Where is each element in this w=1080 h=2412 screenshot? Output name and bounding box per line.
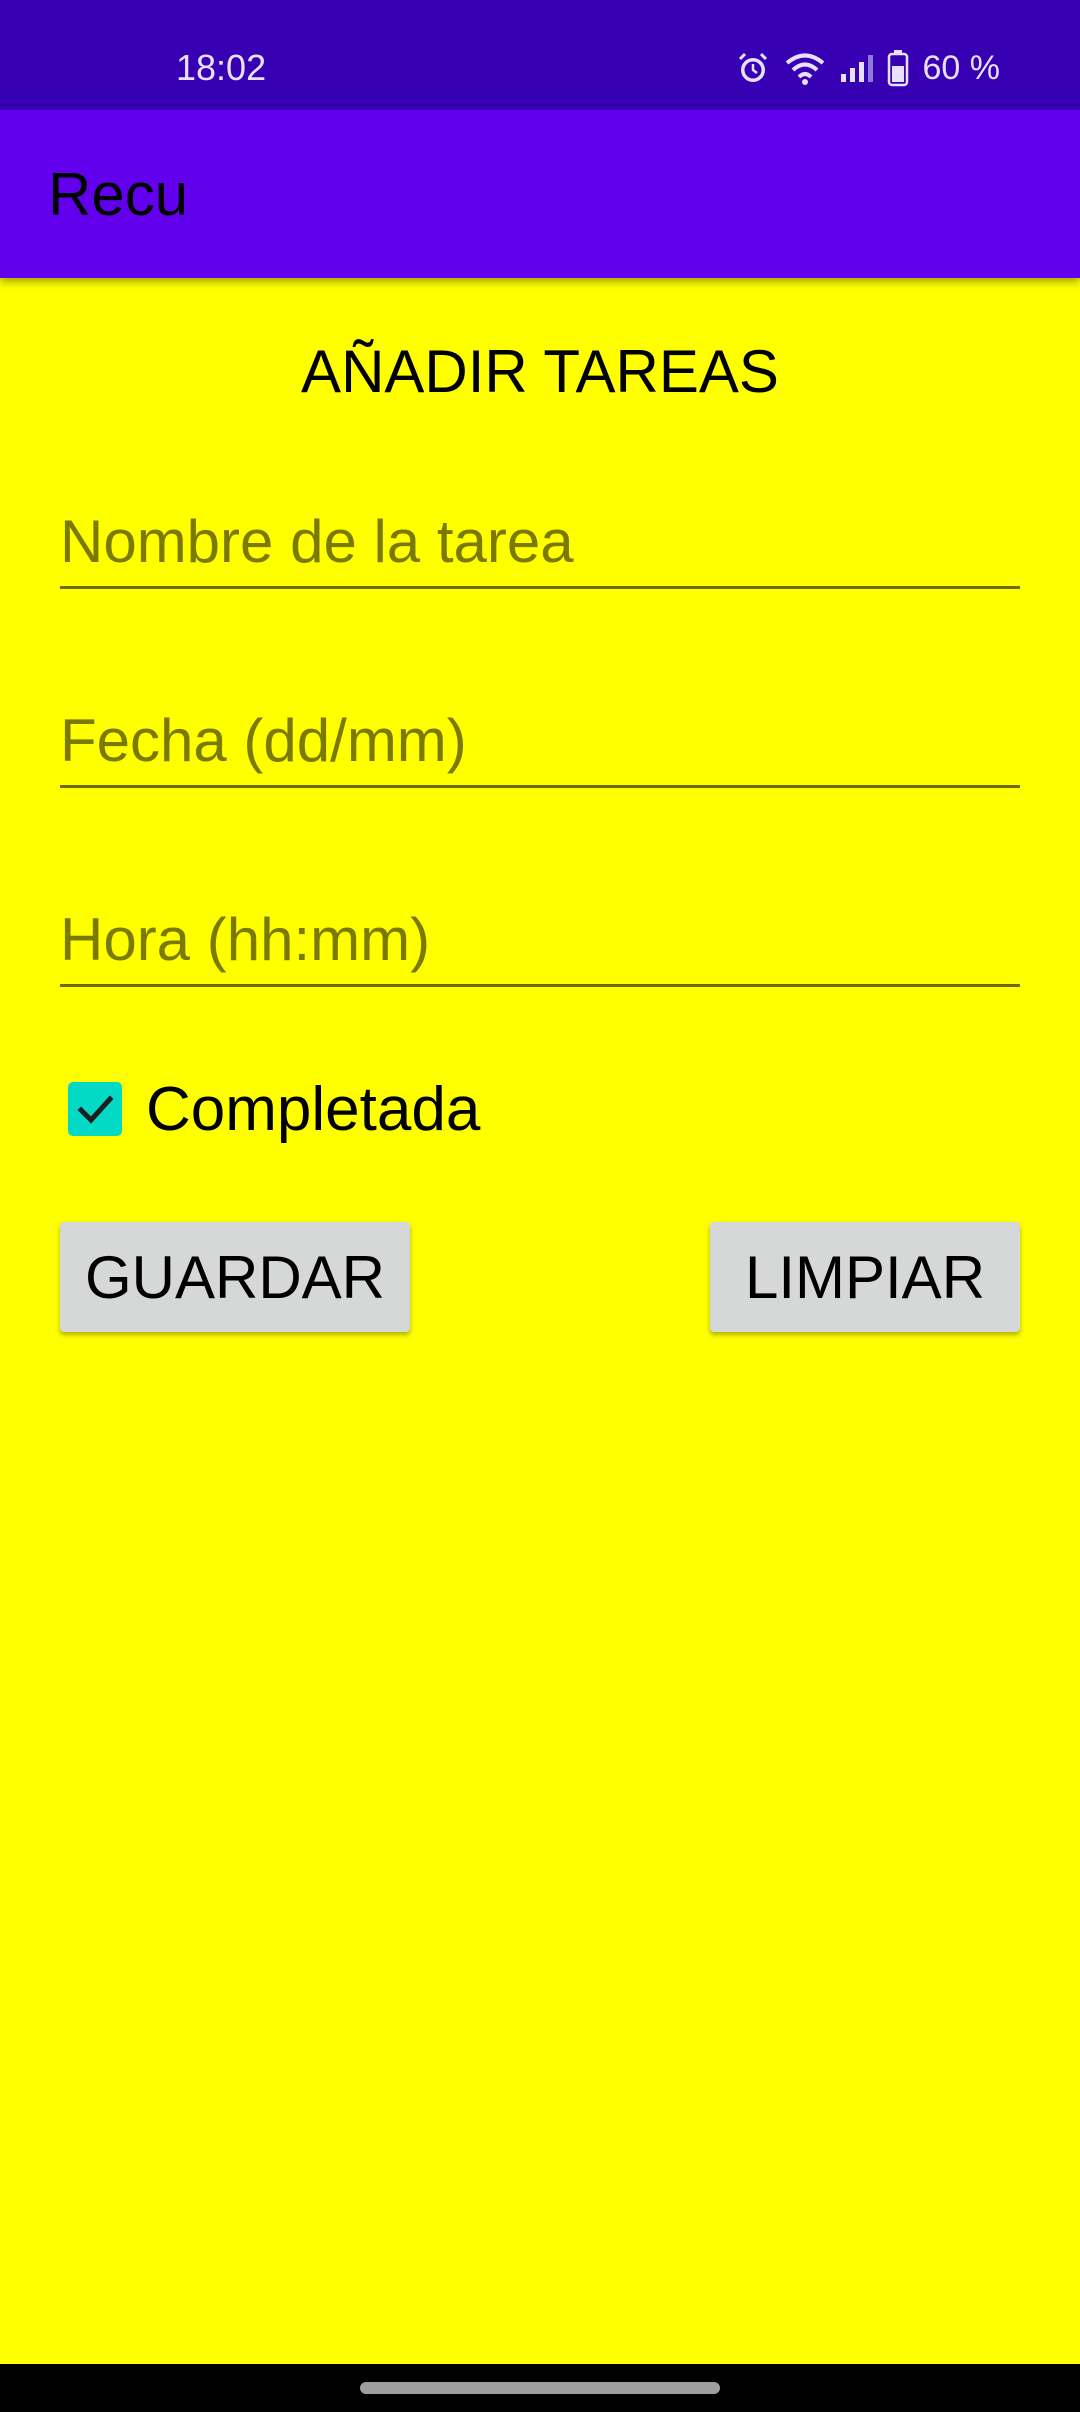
completed-checkbox[interactable]: [68, 1082, 122, 1136]
app-title: Recu: [48, 161, 189, 228]
time-field: [60, 888, 1020, 987]
home-gesture-handle[interactable]: [360, 2382, 720, 2394]
app-bar: Recu: [0, 110, 1080, 278]
task-name-field: [60, 490, 1020, 589]
date-field: [60, 689, 1020, 788]
time-input[interactable]: [60, 905, 1020, 974]
battery-percentage: 60 %: [922, 49, 1001, 87]
page-title: AÑADIR TAREAS: [301, 338, 779, 405]
status-icons: 60 %: [735, 46, 1001, 90]
save-button[interactable]: GUARDAR: [60, 1222, 410, 1332]
completed-checkbox-label: Completada: [146, 1074, 481, 1144]
signal-icon: [839, 50, 875, 86]
navigation-bar: [0, 2364, 1080, 2412]
status-time: 18:02: [176, 47, 267, 88]
date-input[interactable]: [60, 706, 1020, 775]
checkmark-icon: [77, 1095, 114, 1124]
completed-checkbox-row[interactable]: Completada: [68, 1074, 480, 1144]
clear-button[interactable]: LIMPIAR: [710, 1222, 1020, 1332]
task-name-input[interactable]: [60, 507, 1020, 576]
battery-icon: [887, 49, 909, 87]
wifi-icon: [783, 50, 827, 86]
status-bar: 18:02 60 %: [0, 0, 1080, 110]
alarm-icon: [735, 50, 771, 86]
